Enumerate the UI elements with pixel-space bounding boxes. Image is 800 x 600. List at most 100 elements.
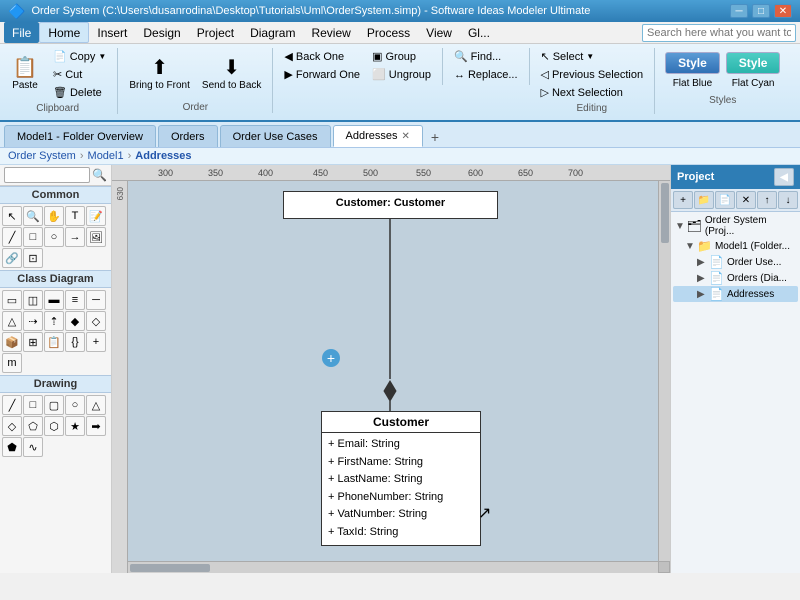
menu-insert[interactable]: Insert xyxy=(89,22,135,43)
panel-delete-btn[interactable]: ✕ xyxy=(736,191,756,209)
tree-addresses[interactable]: ▶ 📄 Addresses xyxy=(673,286,798,302)
send-to-back-button[interactable]: ⬇ Send to Back xyxy=(197,48,266,100)
menu-process[interactable]: Process xyxy=(359,22,418,43)
draw-line[interactable]: ╱ xyxy=(2,395,22,415)
tab-orders[interactable]: Orders xyxy=(158,125,218,147)
tool-line[interactable]: ╱ xyxy=(2,227,22,247)
copy-button[interactable]: 📄 Copy ▼ xyxy=(48,48,111,65)
tool-realize[interactable]: ⇡ xyxy=(44,311,64,331)
menu-file[interactable]: File xyxy=(4,22,39,43)
draw-diamond[interactable]: ◇ xyxy=(2,416,22,436)
back-one-button[interactable]: ◀ Back One xyxy=(279,48,365,65)
ungroup-button[interactable]: ⬜ Ungroup xyxy=(367,66,436,83)
tool-compose[interactable]: ◆ xyxy=(65,311,85,331)
tool-assoc[interactable]: ─ xyxy=(86,290,106,310)
group-button[interactable]: ▣ Group xyxy=(367,48,436,65)
menu-gl[interactable]: Gl... xyxy=(460,22,498,43)
expand-model1[interactable]: ▼ xyxy=(685,241,697,252)
panel-folder-btn[interactable]: 📁 xyxy=(694,191,714,209)
forward-one-button[interactable]: ▶ Forward One xyxy=(279,66,365,83)
tool-package[interactable]: 📦 xyxy=(2,332,22,352)
delete-button[interactable]: 🗑 Delete xyxy=(48,84,111,101)
paste-button[interactable]: 📋 Paste xyxy=(4,48,46,100)
tab-addresses[interactable]: Addresses ✕ xyxy=(333,125,423,147)
tool-note-class[interactable]: 📋 xyxy=(44,332,64,352)
tree-model1[interactable]: ▼ 📁 Model1 (Folder... xyxy=(673,238,798,254)
draw-bezier[interactable]: ∿ xyxy=(23,437,43,457)
breadcrumb-addresses[interactable]: Addresses xyxy=(135,150,191,162)
next-selection-button[interactable]: ▷ Next Selection xyxy=(536,84,649,101)
draw-rect[interactable]: □ xyxy=(23,395,43,415)
menu-project[interactable]: Project xyxy=(189,22,242,43)
menu-view[interactable]: View xyxy=(418,22,460,43)
tool-arrow[interactable]: → xyxy=(65,227,85,247)
tab-order-use-cases[interactable]: Order Use Cases xyxy=(220,125,331,147)
menu-home[interactable]: Home xyxy=(39,22,89,43)
tool-zoom[interactable]: 🔍 xyxy=(23,206,43,226)
maximize-button[interactable]: □ xyxy=(752,4,770,18)
tool-attr[interactable]: + xyxy=(86,332,106,352)
panel-add-btn[interactable]: + xyxy=(673,191,693,209)
draw-hexagon[interactable]: ⬡ xyxy=(44,416,64,436)
tab-model1-folder[interactable]: Model1 - Folder Overview xyxy=(4,125,156,147)
draw-star[interactable]: ★ xyxy=(65,416,85,436)
draw-poly[interactable]: ⬟ xyxy=(2,437,22,457)
replace-button[interactable]: ↔ Replace... xyxy=(449,66,523,83)
expand-orders[interactable]: ▶ xyxy=(697,273,709,284)
tool-component[interactable]: ⊞ xyxy=(23,332,43,352)
draw-triangle[interactable]: △ xyxy=(86,395,106,415)
tool-aggregate[interactable]: ◇ xyxy=(86,311,106,331)
tab-add-button[interactable]: + xyxy=(425,127,445,147)
breadcrumb-model1[interactable]: Model1 xyxy=(88,150,124,162)
search-input[interactable] xyxy=(642,24,796,42)
tree-order-use-cases[interactable]: ▶ 📄 Order Use... xyxy=(673,254,798,270)
tool-link[interactable]: 🔗 xyxy=(2,248,22,268)
scroll-thumb-h[interactable] xyxy=(130,564,210,572)
draw-rounded-rect[interactable]: ▢ xyxy=(44,395,64,415)
tab-close-addresses[interactable]: ✕ xyxy=(402,131,410,142)
draw-arrow-right[interactable]: ➡ xyxy=(86,416,106,436)
tree-orders[interactable]: ▶ 📄 Orders (Dia... xyxy=(673,270,798,286)
tool-interface[interactable]: ◫ xyxy=(23,290,43,310)
style-flat-cyan-button[interactable]: Style xyxy=(726,52,781,74)
draw-ellipse[interactable]: ○ xyxy=(65,395,85,415)
tree-order-system[interactable]: ▼ 🗂 Order System (Proj... xyxy=(673,214,798,238)
menu-review[interactable]: Review xyxy=(303,22,358,43)
tool-method[interactable]: m xyxy=(2,353,22,373)
cut-button[interactable]: ✂ Cut xyxy=(48,66,111,83)
customer-class-box[interactable]: Customer + Email: String + FirstName: St… xyxy=(321,411,481,546)
menu-design[interactable]: Design xyxy=(135,22,188,43)
menu-diagram[interactable]: Diagram xyxy=(242,22,303,43)
expand-order-system[interactable]: ▼ xyxy=(675,221,687,232)
prev-selection-button[interactable]: ◁ Previous Selection xyxy=(536,66,649,83)
draw-pentagon[interactable]: ⬠ xyxy=(23,416,43,436)
tool-depend[interactable]: ⇢ xyxy=(23,311,43,331)
panel-diagram-btn[interactable]: 📄 xyxy=(715,191,735,209)
bring-to-front-button[interactable]: ⬆ Bring to Front xyxy=(124,48,195,100)
expand-order-use-cases[interactable]: ▶ xyxy=(697,257,709,268)
tool-constraint[interactable]: {} xyxy=(65,332,85,352)
select-button[interactable]: ↖ Select ▼ xyxy=(536,48,649,65)
scroll-vertical[interactable] xyxy=(658,181,670,561)
scroll-thumb-v[interactable] xyxy=(661,183,669,243)
tool-frame[interactable]: ⊡ xyxy=(23,248,43,268)
breadcrumb-order-system[interactable]: Order System xyxy=(8,150,76,162)
panel-up-btn[interactable]: ↑ xyxy=(757,191,777,209)
minimize-button[interactable]: ─ xyxy=(730,4,748,18)
tool-abstract[interactable]: ▬ xyxy=(44,290,64,310)
tool-image[interactable]: 🖼 xyxy=(86,227,106,247)
tool-enum[interactable]: ≡ xyxy=(65,290,85,310)
scroll-horizontal[interactable] xyxy=(128,561,658,573)
style-flat-blue-button[interactable]: Style xyxy=(665,52,720,74)
tool-rect[interactable]: □ xyxy=(23,227,43,247)
tool-text[interactable]: T xyxy=(65,206,85,226)
tool-ellipse[interactable]: ○ xyxy=(44,227,64,247)
tool-note[interactable]: 📝 xyxy=(86,206,106,226)
tool-class[interactable]: ▭ xyxy=(2,290,22,310)
add-element-button[interactable]: + xyxy=(322,349,340,367)
panel-down-btn[interactable]: ↓ xyxy=(778,191,798,209)
customer-top-box[interactable]: Customer: Customer xyxy=(283,191,498,219)
tool-pan[interactable]: ✋ xyxy=(44,206,64,226)
tool-select[interactable]: ↖ xyxy=(2,206,22,226)
sidebar-search-input[interactable] xyxy=(4,167,90,183)
